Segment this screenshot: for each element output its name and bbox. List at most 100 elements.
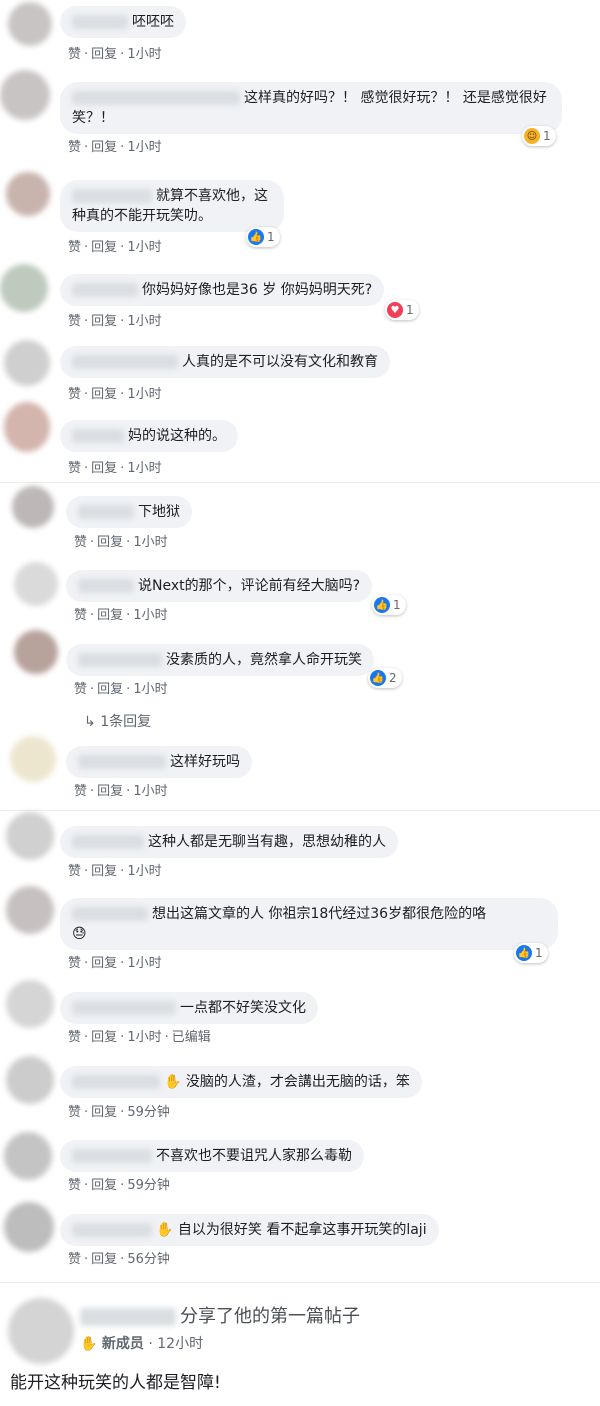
timestamp[interactable]: 59分钟 <box>127 1178 170 1193</box>
comment-actions: 赞 · 回复 · 59分钟 <box>68 1101 170 1120</box>
commenter-name[interactable] <box>72 1001 176 1015</box>
commenter-name[interactable] <box>72 355 178 369</box>
like-button[interactable]: 赞 <box>68 240 81 255</box>
reaction-badge[interactable]: ♥ 1 <box>385 300 419 320</box>
avatar[interactable] <box>8 2 52 46</box>
avatar[interactable] <box>0 70 50 120</box>
reaction-badge[interactable]: 👍 2 <box>368 668 402 688</box>
avatar[interactable] <box>6 886 54 934</box>
like-button[interactable]: 赞 <box>68 1105 81 1120</box>
like-button[interactable]: 赞 <box>68 314 81 329</box>
like-button[interactable]: 赞 <box>68 461 81 476</box>
reply-button[interactable]: 回复 <box>91 1252 117 1267</box>
commenter-name[interactable] <box>72 283 138 297</box>
comment-actions: 赞 · 回复 · 1小时 <box>74 780 168 799</box>
like-button[interactable]: 赞 <box>68 1030 81 1045</box>
wave-icon: ✋ <box>80 1336 98 1352</box>
reply-button[interactable]: 回复 <box>91 47 117 62</box>
commenter-name[interactable] <box>72 15 128 29</box>
like-button[interactable]: 赞 <box>68 387 81 402</box>
comment-actions: 赞 · 回复 · 1小时 <box>68 236 162 255</box>
reply-button[interactable]: 回复 <box>97 535 123 550</box>
reply-button[interactable]: 回复 <box>91 387 117 402</box>
post-author-name[interactable] <box>80 1308 176 1326</box>
reply-button[interactable]: 回复 <box>97 784 123 799</box>
like-button[interactable]: 赞 <box>68 140 81 155</box>
avatar[interactable] <box>14 562 58 606</box>
timestamp[interactable]: 1小时 <box>127 864 161 879</box>
commenter-name[interactable] <box>72 1075 160 1089</box>
post-author-avatar[interactable] <box>8 1298 74 1364</box>
avatar[interactable] <box>12 486 54 528</box>
commenter-name[interactable] <box>72 907 148 921</box>
reply-button[interactable]: 回复 <box>91 240 117 255</box>
commenter-name[interactable] <box>78 579 134 593</box>
timestamp[interactable]: 1小时 <box>133 784 167 799</box>
view-replies-link[interactable]: ↳ 1条回复 <box>84 711 151 731</box>
avatar[interactable] <box>6 172 50 216</box>
separator-dot: · <box>90 608 95 623</box>
commenter-name[interactable] <box>72 189 152 203</box>
commenter-name[interactable] <box>72 835 144 849</box>
avatar[interactable] <box>4 1132 52 1180</box>
like-button[interactable]: 赞 <box>68 1252 81 1267</box>
separator-dot: · <box>120 387 125 402</box>
reply-button[interactable]: 回复 <box>97 608 123 623</box>
avatar[interactable] <box>4 340 50 386</box>
timestamp[interactable]: 1小时 <box>127 240 161 255</box>
like-button[interactable]: 赞 <box>74 784 87 799</box>
like-button[interactable]: 赞 <box>68 864 81 879</box>
avatar[interactable] <box>6 1056 54 1104</box>
commenter-name[interactable] <box>72 429 124 443</box>
like-button[interactable]: 赞 <box>68 956 81 971</box>
avatar[interactable] <box>14 630 58 674</box>
timestamp[interactable]: 1小时 <box>133 535 167 550</box>
reply-button[interactable]: 回复 <box>91 314 117 329</box>
timestamp[interactable]: 1小时 <box>127 387 161 402</box>
reply-button[interactable]: 回复 <box>91 864 117 879</box>
timestamp[interactable]: 59分钟 <box>127 1105 170 1120</box>
timestamp[interactable]: 1小时 <box>133 682 167 697</box>
reply-button[interactable]: 回复 <box>97 682 123 697</box>
reply-button[interactable]: 回复 <box>91 1030 117 1045</box>
like-button[interactable]: 赞 <box>74 535 87 550</box>
avatar[interactable] <box>4 402 50 452</box>
reply-button[interactable]: 回复 <box>91 461 117 476</box>
comment-actions: 赞 · 回复 · 1小时 <box>68 310 162 329</box>
reply-button[interactable]: 回复 <box>91 1105 117 1120</box>
timestamp[interactable]: 1小时 <box>127 314 161 329</box>
like-button[interactable]: 赞 <box>74 682 87 697</box>
commenter-name[interactable] <box>72 1223 152 1237</box>
reply-button[interactable]: 回复 <box>91 956 117 971</box>
post-timestamp[interactable]: 12小时 <box>157 1336 203 1352</box>
reaction-badge[interactable]: 👍 1 <box>514 943 548 963</box>
commenter-name[interactable] <box>78 653 162 667</box>
reaction-badge[interactable]: 👍 1 <box>246 227 280 247</box>
new-member-badge[interactable]: 新成员 <box>102 1336 144 1352</box>
avatar[interactable] <box>0 264 48 312</box>
reaction-badge[interactable]: ☺ 1 <box>522 126 556 146</box>
timestamp[interactable]: 1小时 <box>127 461 161 476</box>
commenter-name[interactable] <box>72 1149 152 1163</box>
avatar[interactable] <box>6 980 54 1028</box>
avatar[interactable] <box>6 812 54 860</box>
reply-button[interactable]: 回复 <box>91 1178 117 1193</box>
timestamp[interactable]: 1小时 <box>127 956 161 971</box>
commenter-name[interactable] <box>78 505 134 519</box>
reaction-badge[interactable]: 👍 1 <box>372 595 406 615</box>
comment-text: 不喜欢也不要诅咒人家那么毒勒 <box>156 1148 352 1164</box>
avatar[interactable] <box>4 1202 54 1252</box>
commenter-name[interactable] <box>72 91 240 105</box>
commenter-name[interactable] <box>78 755 166 769</box>
like-button[interactable]: 赞 <box>68 47 81 62</box>
timestamp[interactable]: 56分钟 <box>127 1252 170 1267</box>
like-button[interactable]: 赞 <box>68 1178 81 1193</box>
like-button[interactable]: 赞 <box>74 608 87 623</box>
reply-button[interactable]: 回复 <box>91 140 117 155</box>
comment-bubble: ✋ 自以为很好笑 看不起拿这事开玩笑的laji <box>60 1214 439 1246</box>
timestamp[interactable]: 1小时 <box>127 47 161 62</box>
avatar[interactable] <box>10 736 56 782</box>
timestamp[interactable]: 1小时 <box>127 140 161 155</box>
timestamp[interactable]: 1小时 <box>127 1030 161 1045</box>
timestamp[interactable]: 1小时 <box>133 608 167 623</box>
